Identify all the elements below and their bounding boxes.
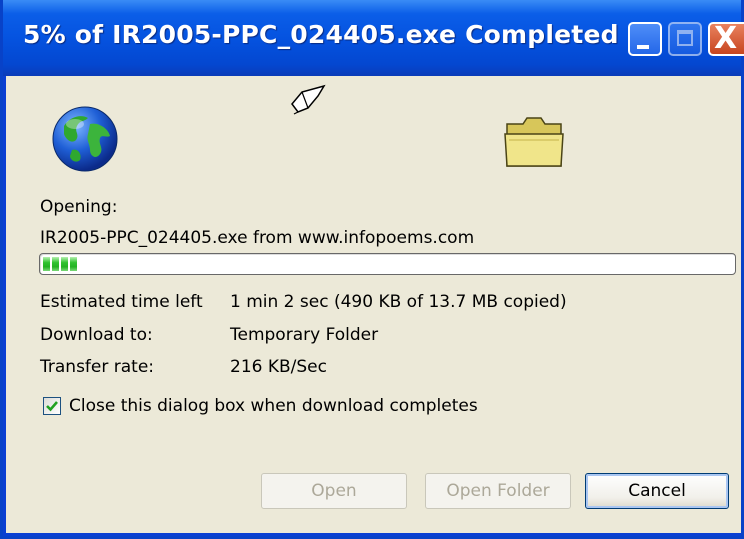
progress-block [43,257,50,271]
close-icon: X [714,21,738,56]
progress-block [70,257,77,271]
dialog-body: Opening: IR2005-PPC_024405.exe from www.… [6,76,741,533]
download-to-value: Temporary Folder [230,325,379,345]
progress-fill [43,257,77,271]
maximize-button[interactable] [668,22,702,56]
transfer-rate-label: Transfer rate: [40,357,155,377]
maximize-icon [677,30,693,46]
window-title: 5% of IR2005-PPC_024405.exe Completed [23,20,619,49]
download-progress-bar [39,253,736,275]
download-dialog: 5% of IR2005-PPC_024405.exe Completed X [0,0,744,539]
checkmark-icon [46,401,58,412]
folder-icon [504,117,564,167]
globe-icon [52,106,118,172]
close-button[interactable]: X [708,22,744,56]
flying-paper-icon [291,84,326,115]
progress-block [52,257,59,271]
title-bar[interactable]: 5% of IR2005-PPC_024405.exe Completed X [3,0,744,76]
minimize-icon [637,45,649,49]
open-button[interactable]: Open [261,473,407,509]
opening-label: Opening: [40,197,118,217]
time-left-label: Estimated time left [40,292,203,312]
download-to-label: Download to: [40,325,153,345]
close-on-complete-label[interactable]: Close this dialog box when download comp… [69,396,478,416]
time-left-value: 1 min 2 sec (490 KB of 13.7 MB copied) [230,292,567,312]
transfer-rate-value: 216 KB/Sec [230,357,327,377]
close-on-complete-checkbox[interactable] [43,397,61,415]
file-source-text: IR2005-PPC_024405.exe from www.infopoems… [40,228,475,248]
minimize-button[interactable] [628,22,662,56]
open-folder-button[interactable]: Open Folder [425,473,571,509]
cancel-button[interactable]: Cancel [585,473,729,509]
progress-block [61,257,68,271]
